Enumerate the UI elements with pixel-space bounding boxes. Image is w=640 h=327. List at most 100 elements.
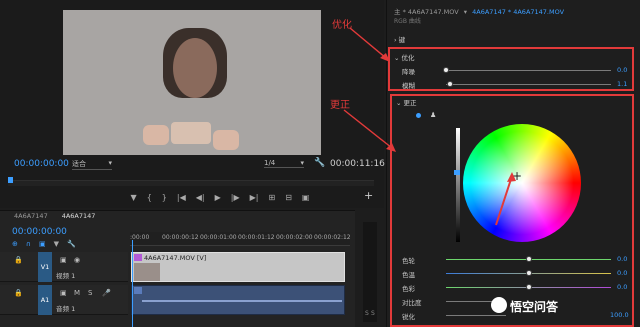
time-ruler[interactable]: :00:00 00:00:00:12 00:00:01:00 00:00:01:… [130,232,351,246]
subject-face [173,38,217,98]
meter-solo-right[interactable]: S [371,310,375,317]
header-source[interactable]: 主 * 4A6A7147.MOV [394,8,459,16]
ruler-tick: 00:00:01:00 [200,234,237,241]
luminance-slider[interactable] [456,128,460,242]
monitor-scrubber[interactable] [8,177,374,186]
monitor-timecode-current[interactable]: 00:00:00:00 [14,159,69,169]
out-point-icon[interactable]: } [162,193,167,202]
sharpen-slider[interactable] [446,315,506,316]
track-name-audio: 音频 1 [56,305,76,313]
marker-icon[interactable]: ▼ [54,240,59,248]
magnet-icon[interactable]: ∩ [26,240,31,248]
eyedropper-icon[interactable]: ♟ [430,111,436,119]
linked-icon[interactable]: ▣ [39,240,46,248]
sync-icon[interactable]: ▣ [60,289,67,297]
contrast-label: 对比度 [402,299,422,307]
blur-slider[interactable] [446,84,611,85]
overwrite-icon[interactable]: ⊟ [285,193,292,202]
wrench-icon[interactable]: 🔧 [314,158,325,168]
fit-dropdown[interactable]: 适合 ▾ [72,159,112,170]
optimize-title: 优化 [401,54,415,62]
meter-solo-left[interactable]: S [365,310,369,317]
temperature-slider-thumb[interactable] [526,270,532,276]
sharpen-value[interactable]: 100.0 [610,311,629,319]
watermark-text: 悟空问答 [510,300,559,314]
video-clip[interactable]: 4A6A7147.MOV [V] [131,252,345,282]
optimize-arrow-annotation [349,27,390,62]
optimize-header[interactable]: ⌄ 优化 [394,52,415,62]
watermark-logo [491,297,507,313]
track-tag-a1[interactable]: A1 [38,285,52,315]
ruler-tick: 00:00:02:12 [314,234,351,241]
quality-label: 1/4 [264,159,276,167]
playhead-marker[interactable] [8,177,13,183]
snap-icon[interactable]: ⊕ [12,240,18,248]
correction-header[interactable]: ⌄ 更正 [396,97,417,107]
blur-slider-thumb[interactable] [447,81,453,87]
clip-thumbnail [134,263,160,281]
timeline-tabs: 4A6A7147 4A6A7147 [0,212,95,224]
track-name-video: 视频 1 [56,272,76,280]
timeline-playhead[interactable] [132,240,133,327]
wheel-slider-value[interactable]: 0.0 [617,255,627,263]
temperature-value[interactable]: 0.0 [617,269,627,277]
single-wheel-radio[interactable] [416,113,421,118]
in-point-icon[interactable]: { [147,193,152,202]
audio-meter: S S [363,222,377,322]
wrench-icon[interactable]: 🔧 [67,240,76,248]
temperature-label: 色温 [402,271,415,279]
blur-value[interactable]: 1.1 [617,80,627,88]
insert-icon[interactable]: ⊞ [268,193,275,202]
sub-header: RGB 曲线 [394,18,421,25]
fx-badge-icon [134,254,142,261]
go-to-in-icon[interactable]: |◀ [177,193,186,202]
noise-value[interactable]: 0.0 [617,66,627,74]
sharpen-label: 锐化 [402,313,415,321]
noise-slider-thumb[interactable] [443,67,449,73]
color-wheel[interactable]: + [463,124,581,242]
chevron-down-icon: ⌄ [396,99,404,107]
mute-icon[interactable]: M [74,289,80,297]
quality-dropdown[interactable]: 1/4 ▾ [264,159,304,168]
microphone-icon[interactable]: 🎤 [102,289,111,297]
lock-icon[interactable]: 🔒 [14,289,23,297]
wheel-slider-label: 色轮 [402,257,415,265]
fit-label: 适合 [72,160,86,168]
header-sequence[interactable]: 4A6A7147 * 4A6A7147.MOV [472,8,564,16]
chevron-down-icon: ⌄ [394,54,402,62]
tab-sequence-active[interactable]: 4A6A7147 [62,212,96,224]
tint-value[interactable]: 0.0 [617,283,627,291]
tab-sequence[interactable]: 4A6A7147 [14,212,48,224]
ruler-tick: 00:00:01:12 [238,234,275,241]
audio-clip[interactable] [131,285,345,315]
section-key[interactable]: › 键 [394,34,405,44]
luminance-slider-thumb[interactable] [454,170,460,175]
subject-hand-left [143,125,169,145]
tint-slider-thumb[interactable] [526,284,532,290]
sync-icon[interactable]: ▣ [60,256,67,264]
eye-icon[interactable]: ◉ [74,256,80,264]
chevron-down-icon: ▾ [108,159,112,167]
correction-arrow-annotation [343,109,396,152]
add-button-icon[interactable]: + [364,189,373,202]
play-icon[interactable]: ▶ [215,193,221,202]
timeline-timecode[interactable]: 00:00:00:00 [12,227,67,237]
fx-badge-icon [134,287,142,294]
lock-icon[interactable]: 🔒 [14,256,23,264]
ruler-tick: 00:00:02:00 [276,234,313,241]
solo-icon[interactable]: S [88,289,92,297]
subject-hand-right [213,130,239,150]
track-tag-v1[interactable]: V1 [38,252,52,282]
video-preview[interactable] [63,10,321,155]
marker-icon[interactable]: ▼ [131,193,137,202]
clip-label: 4A6A7147.MOV [V] [144,254,207,262]
monitor-timecode-total: 00:00:11:16 [330,159,385,169]
subject-object [171,122,211,144]
go-to-out-icon[interactable]: ▶| [250,193,259,202]
wheel-slider-thumb[interactable] [526,256,532,262]
step-back-icon[interactable]: ◀| [196,193,205,202]
noise-slider[interactable] [446,70,611,71]
step-forward-icon[interactable]: |▶ [231,193,240,202]
track-header-audio: A1 🔒 ▣ M S 🎤 音频 1 [0,285,128,315]
camera-icon[interactable]: ▣ [302,193,310,202]
